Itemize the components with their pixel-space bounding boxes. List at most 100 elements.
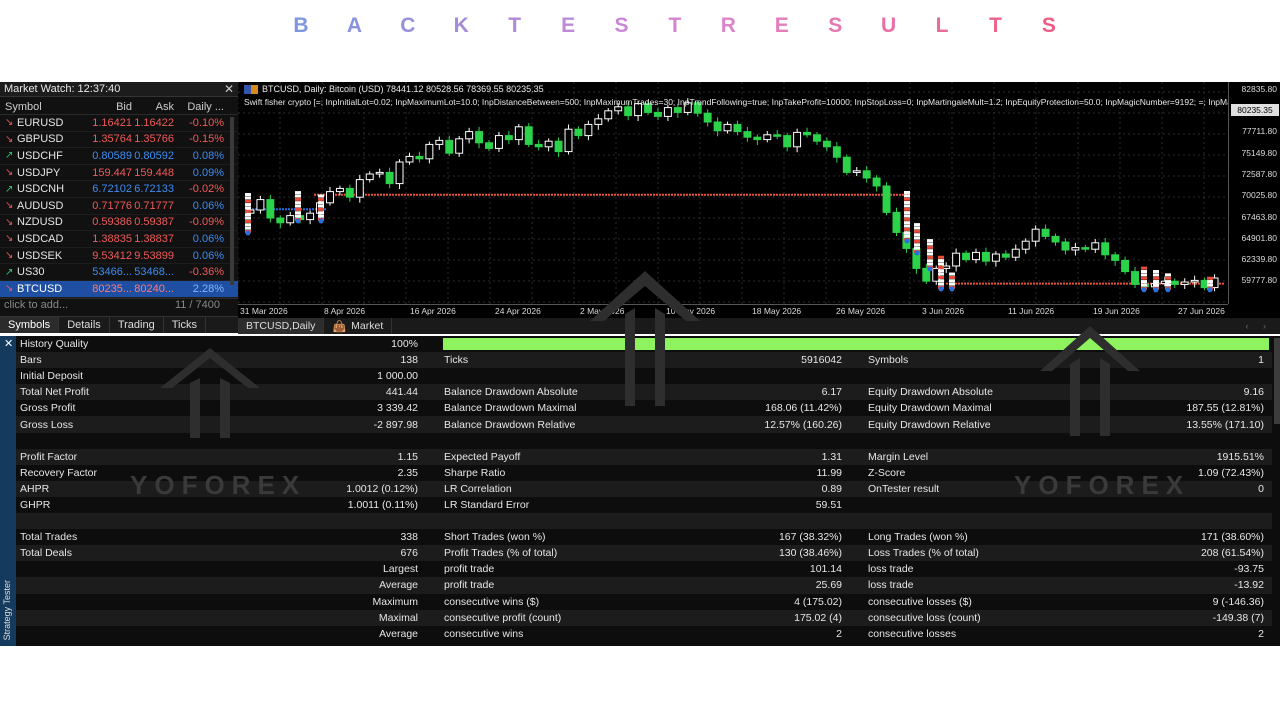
- candle-body: [1021, 240, 1030, 250]
- candle-body: [534, 143, 543, 148]
- metric-value: 4 (175.02): [794, 595, 842, 608]
- market-watch-scrollbar[interactable]: [230, 117, 234, 285]
- chart-canvas[interactable]: [238, 82, 1228, 304]
- candle-body: [574, 128, 583, 137]
- market-watch-row[interactable]: ↗ USDCNH 6.72102 6.72133 -0.02%: [0, 181, 238, 198]
- trade-marker: [318, 204, 324, 208]
- tab-market[interactable]: 👜 Market: [324, 318, 393, 334]
- metric-label: Short Trades (won %): [444, 531, 546, 544]
- market-watch-header: Market Watch: 12:37:40 ✕: [0, 82, 238, 97]
- candle-body: [842, 156, 851, 173]
- daily-change-cell: -0.15%: [189, 133, 224, 146]
- chart-tabs: BTCUSD,Daily 👜 Market ‹ ›: [238, 318, 1280, 334]
- bid-cell: 0.71776: [92, 199, 132, 212]
- market-watch-row[interactable]: ↘ BTCUSD 80235... 80240... 2.28%: [0, 280, 238, 298]
- candle-body: [375, 171, 384, 175]
- banner-letter: E: [774, 14, 789, 37]
- banner-letter: S: [828, 14, 843, 37]
- trade-marker: [1153, 270, 1159, 273]
- results-row: Initial Deposit 1 000.00: [16, 368, 1272, 384]
- metric-value: Average: [379, 627, 418, 640]
- candle-body: [991, 253, 1000, 262]
- trade-marker: [938, 275, 944, 279]
- candle-body: [803, 131, 812, 136]
- ask-cell: 1.35766: [134, 133, 174, 146]
- trade-marker: [938, 279, 944, 283]
- metric-label: profit trade: [444, 563, 495, 576]
- price-axis[interactable]: 80235.35 82835.80 77711.80 75149.80 72587.8…: [1228, 82, 1280, 304]
- candle-body: [793, 131, 802, 148]
- column-header-ask[interactable]: Ask: [132, 101, 174, 113]
- arrow-down-icon: ↘: [5, 283, 14, 295]
- date-axis-label: 24 Apr 2026: [495, 306, 541, 316]
- candle-body: [673, 107, 682, 113]
- strategy-tester-sidebar: ✕ Strategy Tester: [0, 336, 16, 646]
- metric-value: 2: [1258, 627, 1264, 640]
- add-symbol-text[interactable]: click to add...: [4, 299, 68, 311]
- symbol-name: US30: [17, 266, 45, 279]
- market-watch-row[interactable]: ↘ USDSEK 9.53412 9.53899 0.06%: [0, 248, 238, 265]
- close-icon[interactable]: ✕: [224, 82, 234, 96]
- market-watch-row[interactable]: ↘ AUDUSD 0.71776 0.71777 0.06%: [0, 198, 238, 215]
- shopping-bag-icon: 👜: [332, 320, 347, 333]
- tester-scrollbar[interactable]: [1274, 338, 1280, 424]
- metric-label: consecutive wins: [444, 627, 524, 640]
- metric-value: -2 897.98: [373, 418, 418, 431]
- market-watch-row[interactable]: ↗ US30 53466... 53468... -0.36%: [0, 264, 238, 281]
- candle-body: [783, 135, 792, 148]
- trade-marker: [295, 197, 301, 201]
- trade-marker: [245, 196, 251, 200]
- tab-scroll-arrows[interactable]: ‹ ›: [1246, 321, 1280, 331]
- trade-marker: [949, 279, 955, 283]
- symbol-name: AUDUSD: [17, 199, 64, 212]
- market-watch-row[interactable]: ↗ USDCHF 0.80589 0.80592 0.08%: [0, 148, 238, 165]
- tab-symbols[interactable]: Symbols: [0, 317, 60, 333]
- column-header-daily-change[interactable]: Daily ...: [174, 101, 228, 113]
- price-chart[interactable]: BTCUSD, Daily: Bitcoin (USD) 78441.12 80…: [238, 82, 1280, 318]
- column-header-bid[interactable]: Bid: [88, 101, 132, 113]
- candle-body: [1111, 254, 1120, 261]
- candle-body: [1061, 241, 1070, 251]
- close-icon[interactable]: ✕: [4, 337, 13, 350]
- flag-icon: [244, 84, 258, 94]
- trade-marker: [318, 218, 324, 224]
- market-watch-row[interactable]: ↘ EURUSD 1.16421 1.16422 -0.10%: [0, 115, 238, 132]
- ask-cell: 1.38837: [134, 232, 174, 245]
- tab-details[interactable]: Details: [59, 317, 110, 333]
- trade-marker: [318, 207, 324, 211]
- trade-marker: [927, 239, 933, 243]
- results-row: Average profit trade 25.69 loss trade -13.92: [16, 577, 1272, 594]
- bid-cell: 6.72102: [92, 183, 132, 196]
- market-watch-row[interactable]: ↘ GBPUSD 1.35764 1.35766 -0.15%: [0, 132, 238, 149]
- metric-label: GHPR: [20, 498, 51, 511]
- candle-body: [952, 252, 961, 267]
- metric-label: Equity Drawdown Absolute: [868, 386, 993, 399]
- metric-label: profit trade: [444, 579, 495, 592]
- metric-label: Balance Drawdown Maximal: [444, 402, 577, 415]
- candle-body: [653, 111, 662, 117]
- banner-letter: R: [720, 14, 736, 37]
- column-header-symbol[interactable]: Symbol: [0, 101, 88, 113]
- banner-letter: B: [293, 14, 309, 37]
- add-symbol-row[interactable]: click to add... 11 / 7400: [0, 297, 238, 312]
- market-watch-row[interactable]: ↘ USDCAD 1.38835 1.38837 0.06%: [0, 231, 238, 248]
- candle-body: [604, 110, 613, 120]
- trade-marker: [927, 245, 933, 249]
- candle-body: [326, 191, 334, 204]
- daily-change-cell: 0.06%: [192, 232, 224, 245]
- metric-label: loss trade: [868, 563, 914, 576]
- tab-btcusd-daily[interactable]: BTCUSD,Daily: [238, 318, 325, 334]
- trade-marker: [295, 218, 301, 224]
- metric-value: 3 339.42: [377, 402, 418, 415]
- metric-value: 1 000.00: [377, 370, 418, 383]
- tab-ticks[interactable]: Ticks: [164, 317, 206, 333]
- market-watch-row[interactable]: ↘ USDJPY 159.447 159.448 0.09%: [0, 165, 238, 182]
- market-watch-row[interactable]: ↘ NZDUSD 0.59386 0.59387 -0.09%: [0, 215, 238, 232]
- date-axis[interactable]: 31 Mar 2026 8 Apr 2026 16 Apr 2026 24 Apr 2…: [238, 304, 1228, 318]
- metric-value: 59.51: [815, 498, 842, 511]
- tab-trading[interactable]: Trading: [110, 317, 164, 333]
- metric-label: consecutive wins ($): [444, 595, 540, 608]
- candle-body: [256, 199, 265, 211]
- trade-marker: [1153, 283, 1159, 287]
- candle-body: [1001, 253, 1010, 258]
